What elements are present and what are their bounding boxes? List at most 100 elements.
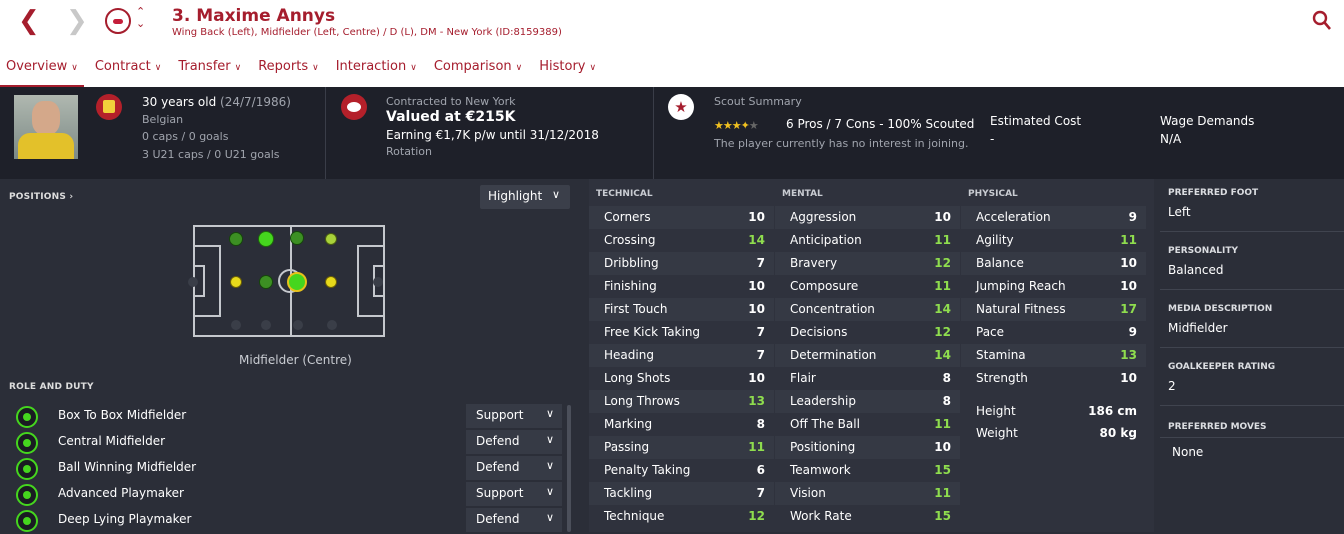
role-name: Deep Lying Playmaker <box>58 512 192 526</box>
tab-reports[interactable]: Reports ∨ <box>252 56 324 87</box>
attribute-row[interactable]: Penalty Taking 6 <box>589 459 774 482</box>
attribute-row[interactable]: Technique 12 <box>589 505 774 528</box>
attribute-row[interactable]: Heading 7 <box>589 344 774 367</box>
tab-contract[interactable]: Contract ∨ <box>89 56 168 87</box>
role-row[interactable]: Box To Box Midfielder Support ∨ <box>14 404 574 430</box>
forward-arrow-icon[interactable]: ❯ <box>66 8 88 34</box>
scout-summary: 6 Pros / 7 Cons - 100% Scouted <box>786 117 975 131</box>
position-dot[interactable] <box>327 320 337 330</box>
duty-dropdown[interactable]: Defend ∨ <box>466 456 562 480</box>
attribute-row[interactable]: Jumping Reach 10 <box>961 275 1146 298</box>
attribute-name: Jumping Reach <box>976 279 1066 293</box>
attribute-row[interactable]: Marking 8 <box>589 413 774 436</box>
attribute-row[interactable]: First Touch 10 <box>589 298 774 321</box>
tab-history[interactable]: History ∨ <box>533 56 602 87</box>
attribute-row[interactable]: Flair 8 <box>775 367 960 390</box>
duty-dropdown[interactable]: Support ∨ <box>466 404 562 428</box>
attribute-row[interactable]: Crossing 14 <box>589 229 774 252</box>
attribute-row[interactable]: Stamina 13 <box>961 344 1146 367</box>
role-row[interactable]: Deep Lying Playmaker Defend ∨ <box>14 508 574 534</box>
attribute-row[interactable]: Aggression 10 <box>775 206 960 229</box>
attribute-row[interactable]: Long Throws 13 <box>589 390 774 413</box>
squad-status: Rotation <box>386 145 433 158</box>
positions-title[interactable]: POSITIONS › <box>9 192 73 202</box>
role-row[interactable]: Central Midfielder Defend ∨ <box>14 430 574 456</box>
mental-title: MENTAL <box>782 189 823 199</box>
attribute-row[interactable]: Anticipation 11 <box>775 229 960 252</box>
back-arrow-icon[interactable]: ❮ <box>18 8 40 34</box>
divider <box>1160 405 1344 406</box>
attribute-row[interactable]: Strength 10 <box>961 367 1146 390</box>
position-dot[interactable] <box>325 276 337 288</box>
attribute-row[interactable]: Composure 11 <box>775 275 960 298</box>
position-dot[interactable] <box>325 233 337 245</box>
role-row[interactable]: Advanced Playmaker Support ∨ <box>14 482 574 508</box>
attribute-row[interactable]: Off The Ball 11 <box>775 413 960 436</box>
attribute-value: 13 <box>1120 348 1137 362</box>
attribute-row[interactable]: Natural Fitness 17 <box>961 298 1146 321</box>
attribute-name: Concentration <box>790 302 875 316</box>
attribute-row[interactable]: Determination 14 <box>775 344 960 367</box>
nationality-flag-icon[interactable] <box>96 94 122 120</box>
chevron-down-icon: ∨ <box>515 63 523 73</box>
attribute-row[interactable]: Finishing 10 <box>589 275 774 298</box>
attribute-value: 13 <box>748 394 765 408</box>
player-switch-arrows-icon[interactable]: ⌃ ⌄ <box>136 6 145 30</box>
attribute-row[interactable]: Work Rate 15 <box>775 505 960 528</box>
attribute-row[interactable]: Free Kick Taking 7 <box>589 321 774 344</box>
attribute-row[interactable]: Tackling 7 <box>589 482 774 505</box>
position-dot[interactable] <box>229 232 243 246</box>
selected-position-dot[interactable] <box>287 272 307 292</box>
attribute-row[interactable]: Balance 10 <box>961 252 1146 275</box>
position-dot[interactable] <box>261 320 271 330</box>
club-badge-icon[interactable] <box>341 94 367 120</box>
attribute-row[interactable]: Decisions 12 <box>775 321 960 344</box>
position-dot[interactable] <box>230 276 242 288</box>
position-dot[interactable] <box>293 320 303 330</box>
tab-interaction[interactable]: Interaction ∨ <box>330 56 423 87</box>
tab-comparison[interactable]: Comparison ∨ <box>428 56 528 87</box>
tab-overview[interactable]: Overview ∨ <box>0 56 84 87</box>
roles-scrollbar[interactable] <box>567 405 571 532</box>
attribute-name: Bravery <box>790 256 838 270</box>
attribute-row[interactable]: Leadership 8 <box>775 390 960 413</box>
position-dot[interactable] <box>259 275 273 289</box>
attribute-name: Decisions <box>790 325 848 339</box>
position-dot[interactable] <box>290 231 304 245</box>
attribute-row[interactable]: Long Shots 10 <box>589 367 774 390</box>
attribute-row[interactable]: Agility 11 <box>961 229 1146 252</box>
estimated-cost-label: Estimated Cost <box>990 114 1082 128</box>
media-description-value: Midfielder <box>1168 321 1228 335</box>
attribute-row[interactable]: Concentration 14 <box>775 298 960 321</box>
search-icon[interactable] <box>1312 10 1332 32</box>
attribute-row[interactable]: Bravery 12 <box>775 252 960 275</box>
highlight-dropdown[interactable]: Highlight ∨ <box>480 185 570 209</box>
role-suitability-icon <box>16 406 38 428</box>
club-crest-icon <box>105 8 131 34</box>
attribute-row[interactable]: Corners 10 <box>589 206 774 229</box>
duty-dropdown[interactable]: Defend ∨ <box>466 508 562 532</box>
attribute-row[interactable]: Pace 9 <box>961 321 1146 344</box>
positions-panel: POSITIONS › Highlight ∨ Midfielder (Centr… <box>0 179 585 532</box>
duty-dropdown[interactable]: Defend ∨ <box>466 430 562 454</box>
role-row[interactable]: Ball Winning Midfielder Defend ∨ <box>14 456 574 482</box>
position-dot[interactable] <box>231 320 241 330</box>
attribute-value: 10 <box>748 302 765 316</box>
duty-dropdown[interactable]: Support ∨ <box>466 482 562 506</box>
contracted-to: Contracted to New York <box>386 95 516 108</box>
attribute-row[interactable]: Positioning 10 <box>775 436 960 459</box>
attribute-name: Dribbling <box>604 256 659 270</box>
attribute-value: 11 <box>934 233 951 247</box>
attribute-row[interactable]: Vision 11 <box>775 482 960 505</box>
attribute-value: 7 <box>756 348 765 362</box>
position-dot[interactable] <box>373 277 383 287</box>
attribute-row[interactable]: Acceleration 9 <box>961 206 1146 229</box>
attribute-row[interactable]: Passing 11 <box>589 436 774 459</box>
position-dot[interactable] <box>188 277 198 287</box>
attribute-row[interactable]: Dribbling 7 <box>589 252 774 275</box>
position-dot[interactable] <box>258 231 274 247</box>
tab-transfer[interactable]: Transfer ∨ <box>172 56 247 87</box>
attribute-row[interactable]: Teamwork 15 <box>775 459 960 482</box>
attribute-value: 11 <box>934 279 951 293</box>
scout-star-icon[interactable]: ★ <box>668 94 694 120</box>
